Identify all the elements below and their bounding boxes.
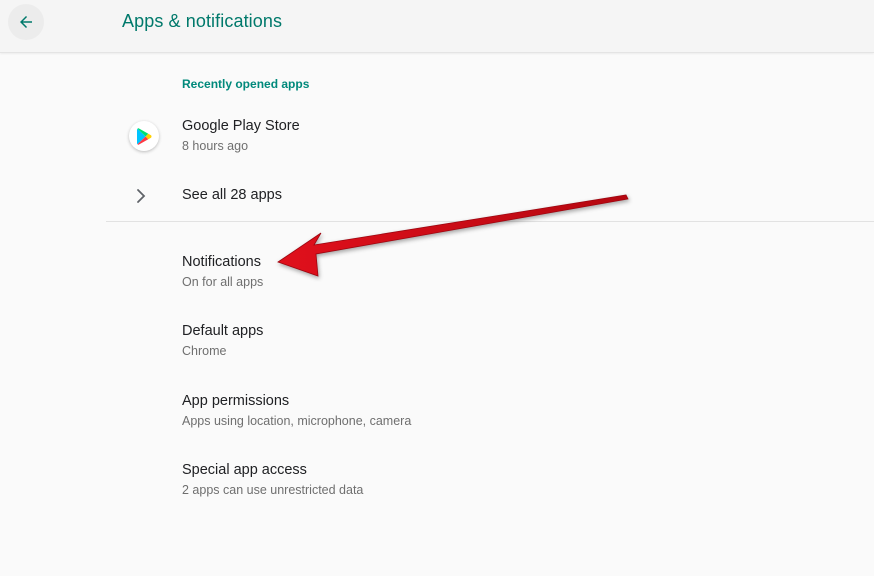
see-all-apps-label: See all 28 apps [182,187,282,203]
google-play-icon [129,121,159,151]
app-last-opened: 8 hours ago [182,139,249,153]
app-permissions-title: App permissions [182,393,290,409]
special-app-access-subtitle: 2 apps can use unrestricted data [182,483,364,497]
settings-item-notifications[interactable] [0,240,874,300]
notifications-subtitle: On for all apps [182,275,264,289]
settings-item-special-app-access[interactable] [0,450,874,510]
page-title: Apps & notifications [122,11,283,31]
chevron-right-icon [137,189,146,203]
section-header-recent-apps: Recently opened apps [182,77,310,91]
arrow-left-icon [20,16,32,28]
default-apps-subtitle: Chrome [182,344,227,358]
notifications-title: Notifications [182,254,261,270]
top-app-bar: Apps & notifications [0,0,874,53]
app-permissions-subtitle: Apps using location, microphone, camera [182,414,412,428]
default-apps-title: Default apps [182,323,264,339]
see-all-apps-row[interactable] [0,174,874,218]
special-app-access-title: Special app access [182,462,307,478]
back-button[interactable] [8,4,44,40]
section-divider [106,221,874,222]
settings-item-default-apps[interactable] [0,310,874,370]
app-name-google-play-store: Google Play Store [182,118,300,134]
settings-item-app-permissions[interactable] [0,380,874,440]
